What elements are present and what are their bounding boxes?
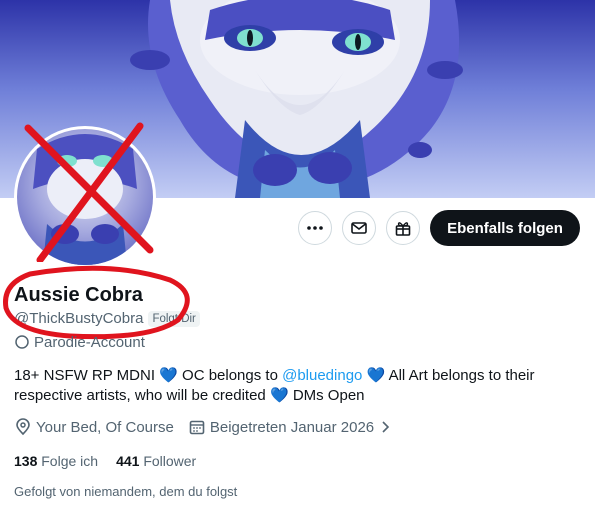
followers-count: 441 — [116, 453, 140, 469]
follow-back-button[interactable]: Ebenfalls folgen — [430, 210, 580, 246]
following-count: 138 — [14, 453, 38, 469]
follow-stats: 138 Folge ich 441 Follower — [14, 453, 214, 469]
bio-part-4: DMs Open — [292, 387, 365, 404]
chevron-right-icon — [382, 421, 390, 433]
mail-icon — [351, 222, 367, 234]
handle-row: @ThickBustyCobra Folgt Dir — [14, 310, 200, 327]
profile-meta: Your Bed, Of Course Beigetreten Januar 2… — [14, 418, 410, 436]
display-name: Aussie Cobra — [14, 284, 143, 306]
location-text: Your Bed, Of Course — [36, 418, 174, 436]
following-label: Folge ich — [41, 453, 99, 469]
parody-label: Parodie-Account — [14, 334, 145, 350]
user-handle: @ThickBustyCobra — [14, 310, 144, 327]
follows-you-badge: Folgt Dir — [148, 310, 200, 327]
bio-part-1: 18+ NSFW RP MDNI — [14, 367, 155, 384]
more-button[interactable] — [298, 211, 332, 245]
gift-icon — [395, 222, 411, 236]
message-button[interactable] — [342, 211, 376, 245]
more-icon — [307, 226, 323, 230]
blue-heart-icon: 💙 — [159, 367, 178, 384]
gift-button[interactable] — [386, 211, 420, 245]
joined-text: Beigetreten Januar 2026 — [209, 418, 375, 436]
calendar-icon — [189, 420, 205, 435]
parody-text: Parodie-Account — [34, 334, 145, 350]
parody-icon — [15, 335, 29, 349]
profile-bio: 18+ NSFW RP MDNI 💙 OC belongs to @bluedi… — [14, 366, 574, 406]
location-item: Your Bed, Of Course — [14, 418, 174, 436]
red-x-annotation — [24, 122, 154, 262]
bio-mention-link[interactable]: @bluedingo — [282, 367, 362, 384]
blue-heart-icon: 💙 — [269, 387, 289, 404]
followers-label: Follower — [143, 453, 197, 469]
location-icon — [16, 418, 30, 436]
following-stat[interactable]: 138 Folge ich — [14, 453, 98, 469]
bio-part-2: OC belongs to — [182, 367, 278, 384]
blue-heart-icon: 💙 — [366, 367, 386, 384]
followers-stat[interactable]: 441 Follower — [116, 453, 196, 469]
joined-item[interactable]: Beigetreten Januar 2026 — [188, 418, 396, 436]
followed-by-text: Gefolgt von niemandem, dem du folgst — [14, 484, 238, 499]
